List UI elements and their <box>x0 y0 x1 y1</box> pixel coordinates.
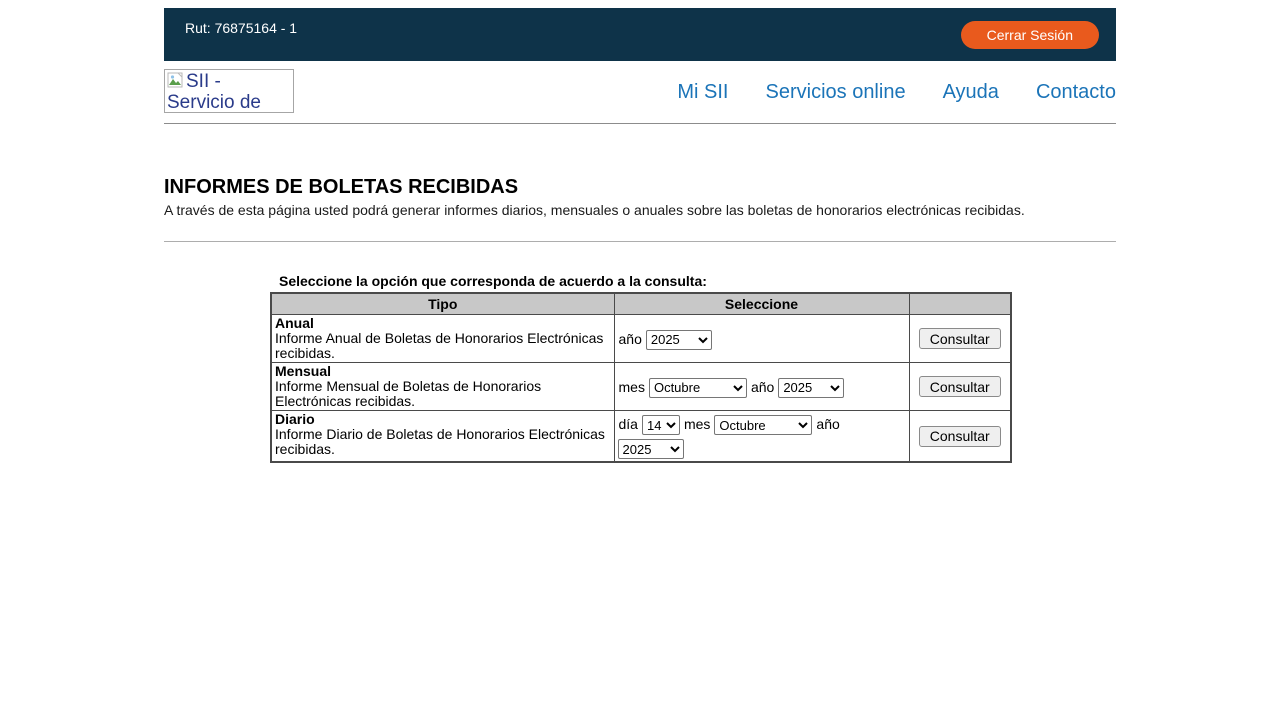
row-type-anual: Anual <box>275 315 314 331</box>
broken-image-icon <box>167 72 184 89</box>
table-header-row: Tipo Seleccione <box>271 293 1011 315</box>
mensual-year-label: año <box>751 379 774 395</box>
nav-ayuda[interactable]: Ayuda <box>943 81 999 123</box>
page-container: Rut: 76875164 - 1 Cerrar Sesión SII - Se… <box>164 8 1116 463</box>
nav-mi-sii[interactable]: Mi SII <box>677 81 728 123</box>
mensual-year-select[interactable]: 2025 <box>778 378 844 398</box>
row-type-diario: Diario <box>275 411 315 427</box>
row-description-mensual: Informe Mensual de Boletas de Honorarios… <box>275 378 541 409</box>
diario-day-label: día <box>619 416 638 432</box>
row-type-mensual: Mensual <box>275 363 331 379</box>
anual-consultar-button[interactable]: Consultar <box>919 328 1001 349</box>
divider <box>164 241 1116 242</box>
row-description-diario: Informe Diario de Boletas de Honorarios … <box>275 426 605 457</box>
mensual-consultar-button[interactable]: Consultar <box>919 376 1001 397</box>
nav-contacto[interactable]: Contacto <box>1036 81 1116 123</box>
diario-consultar-button[interactable]: Consultar <box>919 426 1001 447</box>
column-header-tipo: Tipo <box>271 293 614 315</box>
page-description: A través de esta página usted podrá gene… <box>164 202 1116 219</box>
table-row-diario: Diario Informe Diario de Boletas de Hono… <box>271 411 1011 463</box>
main-nav: Mi SII Servicios online Ayuda Contacto <box>677 81 1116 123</box>
diario-month-select[interactable]: Octubre <box>714 415 812 435</box>
column-header-empty <box>909 293 1011 315</box>
anual-year-label: año <box>619 331 642 347</box>
diario-year-label: año <box>816 416 839 432</box>
report-options-table: Tipo Seleccione Anual Informe Anual de B… <box>270 292 1012 463</box>
diario-month-label: mes <box>684 416 710 432</box>
sii-logo-broken-image[interactable]: SII - Servicio de <box>164 69 294 113</box>
diario-year-select[interactable]: 2025 <box>618 439 684 459</box>
mensual-month-select[interactable]: Octubre <box>649 378 747 398</box>
mensual-month-label: mes <box>619 379 645 395</box>
column-header-seleccione: Seleccione <box>614 293 909 315</box>
nav-servicios-online[interactable]: Servicios online <box>766 81 906 123</box>
logout-button[interactable]: Cerrar Sesión <box>961 21 1099 49</box>
table-row-anual: Anual Informe Anual de Boletas de Honora… <box>271 315 1011 363</box>
table-row-mensual: Mensual Informe Mensual de Boletas de Ho… <box>271 363 1011 411</box>
diario-day-select[interactable]: 14 <box>642 415 680 435</box>
form-heading: Seleccione la opción que corresponda de … <box>279 273 1116 289</box>
page-title: INFORMES DE BOLETAS RECIBIDAS <box>164 176 1116 198</box>
rut-label: Rut: 76875164 - 1 <box>185 8 297 61</box>
anual-year-select[interactable]: 2025 <box>646 330 712 350</box>
row-description-anual: Informe Anual de Boletas de Honorarios E… <box>275 330 603 361</box>
site-header: SII - Servicio de Mi SII Servicios onlin… <box>164 61 1116 124</box>
session-bar: Rut: 76875164 - 1 Cerrar Sesión <box>164 8 1116 61</box>
